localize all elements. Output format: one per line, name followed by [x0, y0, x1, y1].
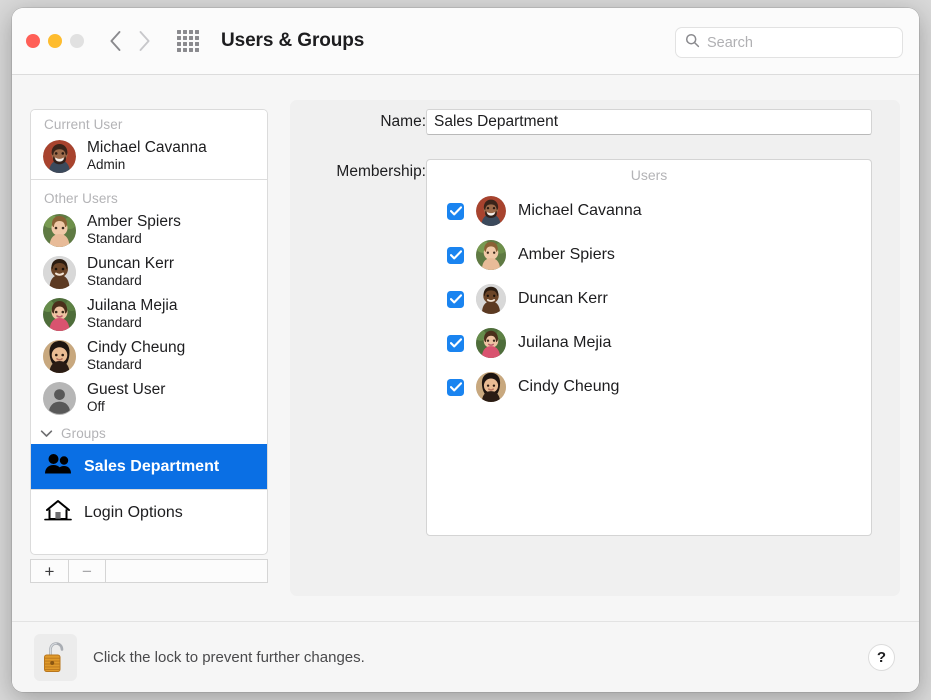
member-name: Juilana Mejia [518, 334, 611, 352]
toolbar-filler [106, 559, 268, 583]
chevron-right-icon[interactable] [138, 30, 151, 52]
page-title: Users & Groups [221, 30, 364, 52]
avatar [43, 256, 76, 289]
avatar [476, 372, 506, 402]
member-name: Cindy Cheung [518, 378, 619, 396]
search-field[interactable] [675, 27, 903, 58]
accounts-list[interactable]: Other Users Amber Spiers Standard [30, 109, 268, 555]
accounts-sidebar: Other Users Amber Spiers Standard [30, 109, 268, 583]
traffic-light-buttons [26, 34, 84, 48]
sidebar-item-text: Duncan Kerr Standard [87, 255, 174, 289]
avatar [43, 140, 76, 173]
close-button[interactable] [26, 34, 40, 48]
sidebar-item-duncan-kerr[interactable]: Duncan Kerr Standard [31, 251, 267, 293]
member-checkbox[interactable] [447, 335, 464, 352]
sidebar-item-cindy-cheung[interactable]: Cindy Cheung Standard [31, 335, 267, 377]
sidebar-item-text: Juilana Mejia Standard [87, 297, 177, 331]
house-icon [44, 498, 72, 527]
membership-row[interactable]: Cindy Cheung [427, 365, 871, 409]
help-button[interactable]: ? [868, 644, 895, 671]
user-role: Standard [87, 315, 177, 331]
member-name: Duncan Kerr [518, 290, 608, 308]
window-toolbar: Users & Groups [12, 8, 919, 75]
avatar [43, 298, 76, 331]
section-header-label: Groups [61, 426, 106, 441]
avatar [476, 328, 506, 358]
membership-row[interactable]: Amber Spiers [427, 233, 871, 277]
user-role: Off [87, 399, 165, 415]
membership-list[interactable]: Users Michael Cavanna [426, 159, 872, 536]
unlocked-padlock-icon[interactable] [34, 634, 77, 681]
avatar [43, 214, 76, 247]
member-checkbox[interactable] [447, 247, 464, 264]
user-role: Admin [87, 157, 207, 173]
membership-row[interactable]: Juilana Mejia [427, 321, 871, 365]
sidebar-item-michael-cavanna[interactable]: Michael Cavanna Admin [31, 135, 267, 177]
avatar [476, 240, 506, 270]
membership-list-header: Users [427, 160, 871, 189]
add-account-button[interactable]: + [30, 559, 68, 583]
search-icon [685, 33, 700, 53]
lock-message: Click the lock to prevent further change… [93, 649, 365, 666]
group-name: Sales Department [84, 458, 219, 476]
sidebar-item-text: Guest User Off [87, 381, 165, 415]
login-options-label: Login Options [84, 504, 183, 522]
user-name: Juilana Mejia [87, 297, 177, 315]
window-body: Other Users Amber Spiers Standard [12, 75, 919, 621]
users-and-groups-window: Users & Groups Other Users [12, 8, 919, 692]
user-name: Guest User [87, 381, 165, 399]
sidebar-item-guest-user[interactable]: Guest User Off [31, 377, 267, 419]
user-name: Michael Cavanna [87, 139, 207, 157]
membership-label: Membership: [290, 159, 426, 181]
sidebar-item-login-options[interactable]: Login Options [31, 490, 267, 535]
add-remove-controls: + − [30, 559, 268, 583]
member-checkbox[interactable] [447, 379, 464, 396]
two-people-icon [44, 453, 72, 480]
sidebar-item-text: Amber Spiers Standard [87, 213, 181, 247]
avatar [476, 284, 506, 314]
section-header-other-users[interactable]: Other Users [31, 184, 267, 209]
sidebar-item-text: Michael Cavanna Admin [87, 139, 207, 173]
chevron-down-icon[interactable] [40, 426, 53, 441]
window-footer: Click the lock to prevent further change… [12, 621, 919, 692]
sidebar-item-juilana-mejia[interactable]: Juilana Mejia Standard [31, 293, 267, 335]
generic-person-icon [43, 382, 76, 415]
search-input[interactable] [707, 35, 893, 51]
user-role: Standard [87, 231, 181, 247]
sidebar-item-text: Cindy Cheung Standard [87, 339, 185, 373]
group-name-input[interactable] [426, 109, 872, 135]
remove-account-button[interactable]: − [68, 559, 106, 583]
section-header-groups[interactable]: Groups [31, 419, 267, 444]
member-name: Amber Spiers [518, 246, 615, 264]
membership-row[interactable]: Duncan Kerr [427, 277, 871, 321]
section-header-current-user: Current User [31, 110, 267, 135]
member-name: Michael Cavanna [518, 202, 642, 220]
avatar [43, 340, 76, 373]
user-role: Standard [87, 357, 185, 373]
member-checkbox[interactable] [447, 291, 464, 308]
navigation-buttons [109, 30, 151, 52]
name-label: Name: [290, 109, 426, 131]
chevron-left-icon[interactable] [109, 30, 122, 52]
membership-row[interactable]: Michael Cavanna [427, 189, 871, 233]
avatar [476, 196, 506, 226]
user-name: Cindy Cheung [87, 339, 185, 357]
sidebar-item-sales-department[interactable]: Sales Department [31, 444, 267, 489]
zoom-button[interactable] [70, 34, 84, 48]
user-name: Amber Spiers [87, 213, 181, 231]
user-name: Duncan Kerr [87, 255, 174, 273]
name-field-row: Name: [290, 109, 900, 135]
group-detail-panel: Name: Membership: Users Michael Cavanna [290, 100, 900, 596]
show-all-grid-icon[interactable] [177, 30, 199, 52]
membership-field-row: Membership: Users Michael Cavanna [290, 159, 900, 536]
pinned-current-user-section: Current User Michael Cavanna Admin [31, 110, 267, 180]
minimize-button[interactable] [48, 34, 62, 48]
sidebar-item-amber-spiers[interactable]: Amber Spiers Standard [31, 209, 267, 251]
member-checkbox[interactable] [447, 203, 464, 220]
user-role: Standard [87, 273, 174, 289]
